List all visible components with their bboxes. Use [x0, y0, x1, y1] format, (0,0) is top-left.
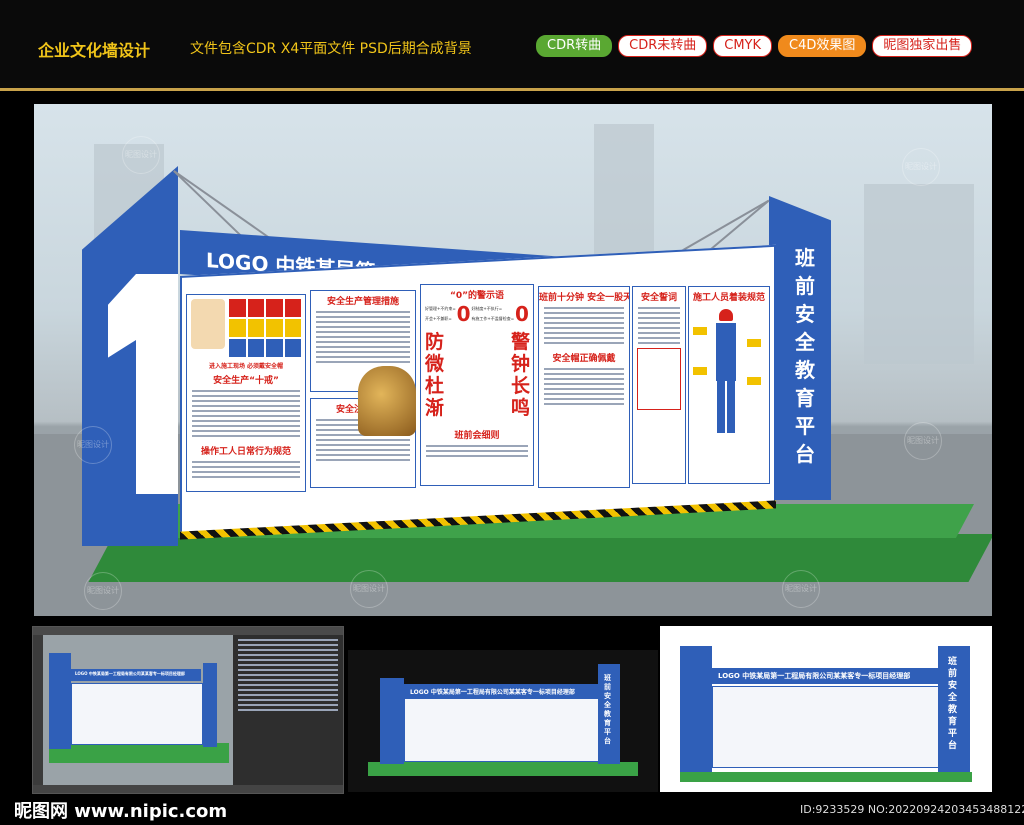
warning-title: “0”的警示语 — [449, 291, 505, 301]
tag-badge: CDR转曲 — [536, 35, 613, 57]
watermark: 昵图设计 — [904, 422, 942, 460]
oath-title: 安全誓词 — [640, 293, 677, 303]
worker-leg-left — [717, 381, 725, 433]
watermark: 昵图设计 — [122, 136, 160, 174]
divider — [0, 88, 1024, 91]
pillar-slogan: 班前安全教育平台 — [795, 246, 815, 466]
watermark: 昵图设计 — [902, 148, 940, 186]
text-lines — [426, 445, 528, 457]
watermark: 昵图设计 — [782, 570, 820, 608]
mini-banner-text: LOGO 中铁某局第一工程局有限公司某某客专一标项目经理部 — [718, 672, 911, 680]
bell-icon — [358, 366, 416, 436]
mini-platform — [680, 772, 972, 782]
timeline — [33, 785, 343, 793]
warning-slogans: 防微杜渐 警钟长鸣 — [421, 331, 533, 419]
sign-grid — [229, 299, 301, 357]
app-toolbar — [33, 635, 43, 793]
worker-leg-right — [727, 381, 735, 433]
mini-platform — [368, 762, 638, 776]
panel-dress-code: 施工人员着装规范 — [688, 286, 770, 484]
green-platform-side — [88, 534, 992, 582]
text-lines — [192, 461, 300, 478]
viewport: LOGO 中铁某局第一工程局有限公司某某客专一标项目经理部 — [43, 635, 233, 785]
mini-pillar-left — [680, 646, 712, 772]
zero-row: 好管理+不约束= 开会+不兼职= 0 好制度+不执行= 有施工作+不监督检查= … — [421, 301, 533, 327]
helmet-title: 安全帽正确佩戴 — [552, 354, 616, 364]
tag-badge: CMYK — [713, 35, 773, 57]
label-tag — [747, 339, 761, 347]
mini-board — [71, 683, 203, 745]
text-lines — [544, 307, 624, 344]
meeting-rules-title: 班前会细则 — [454, 431, 500, 441]
daily-norms-title: 操作工人日常行为规范 — [200, 447, 291, 457]
panel-warning: “0”的警示语 好管理+不约束= 开会+不兼职= 0 好制度+不执行= 有施工作… — [420, 284, 534, 486]
object-list — [238, 639, 338, 711]
worker-figure — [716, 323, 736, 381]
label-tag — [693, 327, 707, 335]
image-id: ID:9233529 NO:20220924203453488122 — [800, 803, 1024, 816]
watermark: 昵图设计 — [84, 572, 122, 610]
tag-badge: 昵图独家出售 — [872, 35, 973, 57]
mini-board — [404, 698, 602, 762]
mini-pillar-text: 班前安全教育平台 — [948, 657, 958, 751]
ten-rules-title: 安全生产“十戒” — [213, 376, 279, 386]
mini-pillar-right — [203, 663, 217, 747]
thumbnail-flat[interactable]: LOGO 中铁某局第一工程局有限公司某某客专一标项目经理部 班前安全教育平台 — [660, 626, 992, 792]
text-lines — [638, 307, 680, 344]
safety-signs — [187, 295, 305, 361]
helmet-icon — [719, 309, 733, 321]
mini-pillar-left — [380, 678, 404, 764]
header-title: 企业文化墙设计 — [38, 41, 151, 60]
mini-pillar-text: 班前安全教育平台 — [604, 674, 611, 745]
header-bar: 企业文化墙设计 文件包含CDR X4平面文件 PSD后期合成背景 CDR转曲 CD… — [0, 0, 1024, 88]
zero-right: 0 — [515, 302, 529, 326]
header-description: 文件包含CDR X4平面文件 PSD后期合成背景 — [190, 41, 472, 57]
mini-banner-text: LOGO 中铁某局第一工程局有限公司某某客专一标项目经理部 — [75, 671, 185, 676]
mini-pillar-left — [49, 653, 71, 749]
main-render: 班前安全教育平台 LOGO 中铁某局第一工程局有限公司某某客专一标项目经理部 进… — [34, 104, 992, 616]
mini-platform — [49, 743, 229, 763]
panel-ten-rules: 进入施工现场 必须戴安全帽 安全生产“十戒” 操作工人日常行为规范 — [186, 294, 306, 492]
object-manager — [233, 635, 343, 785]
entry-sign: 进入施工现场 必须戴安全帽 — [208, 363, 284, 370]
oath-box — [637, 348, 681, 410]
zero-left: 0 — [456, 302, 471, 326]
panel-ten-minutes: 班前十分钟 安全一股天 安全帽正确佩戴 — [538, 286, 630, 488]
worker-helmet-icon — [191, 299, 225, 349]
zero-text-left: 好管理+不约束= 开会+不兼职= — [425, 306, 456, 321]
panel-oath: 安全誓词 — [632, 286, 686, 484]
slogan-left: 防微杜渐 — [425, 331, 445, 419]
label-tag — [693, 367, 707, 375]
tag-list: CDR转曲 CDR未转曲 CMYK C4D效果图 昵图独家出售 — [536, 35, 973, 57]
text-lines — [192, 390, 300, 437]
background-building — [864, 184, 974, 364]
mini-board — [712, 686, 940, 768]
slogan-right: 警钟长鸣 — [511, 331, 531, 419]
thumbnail-c4d[interactable]: LOGO 中铁某局第一工程局有限公司某某客专一标项目经理部 — [32, 626, 344, 794]
site-logo[interactable]: 昵图网 www.nipic.com — [14, 797, 227, 823]
text-lines — [544, 368, 624, 405]
mini-banner-text: LOGO 中铁某局第一工程局有限公司某某客专一标项目经理部 — [410, 689, 575, 696]
ten-minutes-title: 班前十分钟 安全一股天 — [539, 293, 630, 303]
watermark: 昵图设计 — [74, 426, 112, 464]
dress-code-title: 施工人员着装规范 — [692, 293, 765, 303]
watermark: 昵图设计 — [350, 570, 388, 608]
thumbnail-front[interactable]: LOGO 中铁某局第一工程局有限公司某某客专一标项目经理部 班前安全教育平台 — [348, 650, 658, 792]
tag-badge: CDR未转曲 — [618, 35, 708, 57]
tag-badge: C4D效果图 — [778, 35, 867, 57]
label-tag — [747, 377, 761, 385]
app-menubar — [33, 627, 343, 635]
management-title: 安全生产管理措施 — [326, 297, 399, 307]
text-lines — [316, 311, 410, 363]
zero-text-right: 好制度+不执行= 有施工作+不监督检查= — [471, 306, 515, 321]
